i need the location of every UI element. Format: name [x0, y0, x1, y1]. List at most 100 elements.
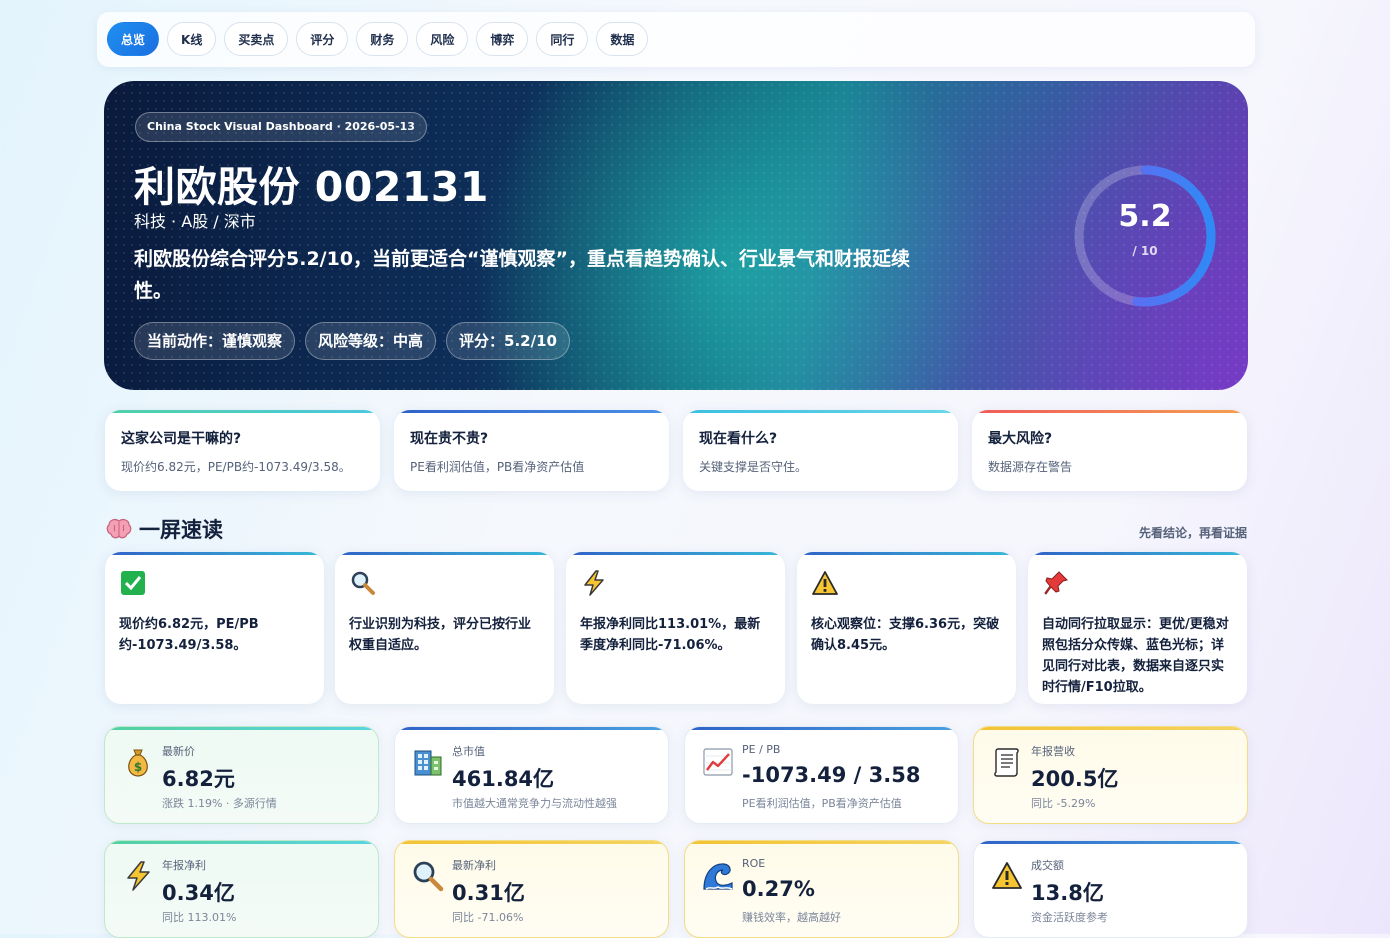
metric-card-market-cap: 总市值 461.84亿 市值越大通常竞争力与流动性越强	[394, 726, 669, 824]
tab-trade-points[interactable]: 买卖点	[224, 22, 289, 56]
score-max: / 10	[1132, 244, 1158, 258]
tab-peers[interactable]: 同行	[536, 22, 589, 56]
building-icon	[414, 750, 442, 776]
magnifier-icon	[351, 571, 375, 595]
question-text: 最大风险?	[988, 431, 1053, 447]
metric-card-turnover: 成交额 13.8亿 资金活跃度参考	[973, 840, 1248, 938]
metric-sub: 同比 -71.06%	[452, 911, 524, 924]
metric-card-latest-profit: 最新净利 0.31亿 同比 -71.06%	[394, 840, 669, 938]
pill-risk-level: 风险等级：中高	[305, 322, 437, 360]
dashboard-badge: China Stock Visual Dashboard · 2026-05-1…	[135, 112, 427, 142]
card-accent-bar	[105, 410, 380, 413]
pushpin-icon	[1044, 571, 1068, 595]
metric-value: 200.5亿	[1031, 767, 1119, 791]
pill-action: 当前动作：谨慎观察	[134, 322, 296, 360]
metric-label: 年报净利	[162, 859, 206, 872]
card-accent-bar	[685, 841, 958, 844]
metric-sub: PE看利润估值，PB看净资产估值	[742, 797, 902, 810]
check-icon	[121, 571, 145, 595]
insight-card-profit: 年报净利同比113.01%，最新季度净利同比-71.06%。	[566, 552, 785, 704]
insight-card-price: 现价约6.82元，PE/PB约-1073.49/3.58。	[105, 552, 324, 704]
card-accent-bar	[394, 410, 669, 413]
metric-value: 0.31亿	[452, 881, 525, 905]
card-accent-bar	[105, 727, 378, 730]
insight-card-peers: 自动同行拉取显示：更优/更稳对照包括分众传媒、蓝色光标；详见同行对比表，数据来自…	[1028, 552, 1247, 704]
tab-kline[interactable]: K线	[167, 22, 217, 56]
metric-sub: 同比 -5.29%	[1031, 797, 1096, 810]
metric-sub: 涨跌 1.19% · 多源行情	[162, 797, 277, 810]
question-text: 这家公司是干嘛的?	[121, 431, 242, 447]
metric-sub: 赚钱效率，越高越好	[742, 911, 841, 924]
metric-label: 最新价	[162, 745, 195, 758]
money-bag-icon: $	[128, 749, 148, 777]
insight-text: 行业识别为科技，评分已按行业权重自适应。	[349, 617, 532, 653]
stock-subtitle: 科技 · A股 / 深市	[134, 212, 256, 231]
metric-card-roe: ROE 0.27% 赚钱效率，越高越好	[684, 840, 959, 938]
metric-card-latest-price: $ 最新价 6.82元 涨跌 1.19% · 多源行情	[104, 726, 379, 824]
warning-icon	[812, 571, 838, 595]
card-accent-bar	[972, 410, 1247, 413]
metric-sub: 市值越大通常竞争力与流动性越强	[452, 797, 617, 810]
card-accent-bar	[395, 727, 668, 730]
score-value: 5.2	[1118, 199, 1172, 234]
insight-card-levels: 核心观察位：支撑6.36元，突破确认8.45元。	[797, 552, 1016, 704]
lightning-icon	[584, 570, 604, 596]
answer-text: PE看利润估值，PB看净资产估值	[410, 460, 585, 474]
card-accent-bar	[974, 841, 1247, 844]
metric-label: ROE	[742, 857, 766, 870]
hero-banner: China Stock Visual Dashboard · 2026-05-1…	[104, 81, 1248, 390]
metric-label: 成交额	[1031, 859, 1064, 872]
score-ring-graphic	[1074, 165, 1216, 307]
metric-sub: 资金活跃度参考	[1031, 911, 1108, 924]
question-card-risk: 最大风险? 数据源存在警告	[972, 410, 1247, 491]
score-ring: 5.2 / 10	[1070, 161, 1220, 311]
section-title-text: 一屏速读	[139, 518, 223, 542]
metric-card-annual-profit: 年报净利 0.34亿 同比 113.01%	[104, 840, 379, 938]
metric-value: 0.34亿	[162, 881, 235, 905]
top-nav-bar: 总览 K线 买卖点 评分 财务 风险 博弈 同行 数据	[97, 12, 1255, 67]
lightning-icon	[127, 861, 150, 891]
section-note: 先看结论，再看证据	[1138, 526, 1247, 540]
tab-data[interactable]: 数据	[596, 22, 649, 56]
card-accent-bar	[105, 552, 324, 555]
question-text: 现在看什么?	[699, 431, 778, 447]
scroll-icon	[994, 748, 1019, 777]
metric-card-pe-pb: PE / PB -1073.49 / 3.58 PE看利润估值，PB看净资产估值	[684, 726, 959, 824]
section-title-quick-read: 一屏速读	[106, 514, 223, 544]
card-accent-bar	[797, 552, 1016, 555]
card-accent-bar	[1028, 552, 1247, 555]
svg-text:$: $	[134, 760, 142, 774]
metric-label: 年报营收	[1031, 745, 1075, 758]
card-accent-bar	[335, 552, 554, 555]
card-accent-bar	[566, 552, 785, 555]
hero-pills: 当前动作：谨慎观察 风险等级：中高 评分：5.2/10	[134, 322, 570, 360]
insight-text: 现价约6.82元，PE/PB约-1073.49/3.58。	[119, 617, 259, 653]
metric-value: 0.27%	[742, 877, 815, 901]
card-accent-bar	[105, 841, 378, 844]
tab-overview[interactable]: 总览	[107, 22, 160, 56]
tab-game[interactable]: 博弈	[476, 22, 529, 56]
metric-label: PE / PB	[742, 743, 781, 756]
answer-text: 数据源存在警告	[988, 460, 1073, 474]
stock-title: 利欧股份 002131	[134, 163, 489, 211]
magnifier-icon	[413, 861, 444, 892]
question-card-watch: 现在看什么? 关键支撑是否守住。	[683, 410, 958, 491]
brain-icon	[106, 519, 132, 539]
question-card-valuation: 现在贵不贵? PE看利润估值，PB看净资产估值	[394, 410, 669, 491]
tab-score[interactable]: 评分	[296, 22, 349, 56]
stock-summary: 利欧股份综合评分5.2/10，当前更适合“谨慎观察”，重点看趋势确认、行业景气和…	[134, 248, 911, 302]
card-accent-bar	[974, 727, 1247, 730]
question-text: 现在贵不贵?	[410, 431, 489, 447]
metric-value: -1073.49 / 3.58	[742, 763, 921, 787]
tab-risk[interactable]: 风险	[416, 22, 469, 56]
metric-value: 6.82元	[162, 767, 235, 791]
metric-sub: 同比 113.01%	[162, 911, 237, 924]
chart-up-icon	[703, 748, 733, 776]
metric-label: 最新净利	[452, 859, 496, 872]
metric-card-annual-revenue: 年报营收 200.5亿 同比 -5.29%	[973, 726, 1248, 824]
answer-text: 关键支撑是否守住。	[699, 460, 808, 474]
tab-finance[interactable]: 财务	[356, 22, 409, 56]
answer-text: 现价约6.82元，PE/PB约-1073.49/3.58。	[121, 460, 351, 474]
card-accent-bar	[395, 841, 668, 844]
warning-icon	[992, 862, 1022, 889]
